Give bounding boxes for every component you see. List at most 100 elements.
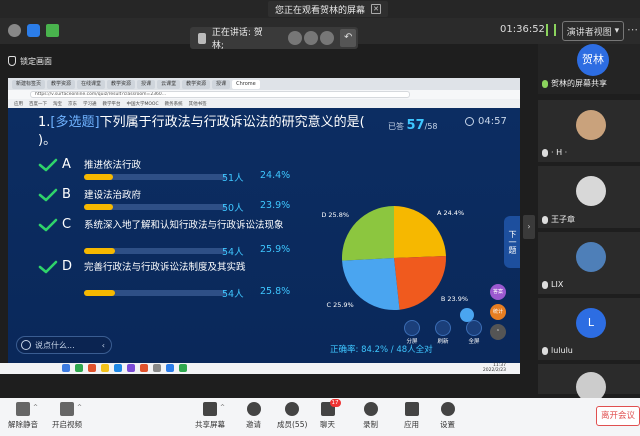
record-icon <box>363 402 378 416</box>
option-count: 54人 <box>222 247 244 258</box>
chevron-left-icon[interactable]: ‹ <box>102 341 105 350</box>
avatar <box>576 110 606 140</box>
option-letter: B <box>62 187 71 202</box>
mic-off-icon <box>542 346 548 355</box>
answered-number: 57 <box>406 118 425 133</box>
more-icon[interactable]: ⋯ <box>627 23 638 36</box>
browser-url-bar[interactable]: https://v.surfaceonline.com/quiz/result?… <box>30 91 410 98</box>
check-icon <box>38 260 58 274</box>
close-icon[interactable]: ✕ <box>371 4 381 14</box>
participant-tile[interactable]: Llululu <box>538 298 640 360</box>
option-progress-fill <box>84 174 114 180</box>
members-button[interactable]: 成员(55) <box>277 402 307 430</box>
network-quality-icon <box>546 24 556 36</box>
option-letter: C <box>62 217 72 232</box>
camera-off-icon: ^ <box>60 402 82 416</box>
option-progress-fill <box>84 204 113 210</box>
browser-tab[interactable]: 教学资源 <box>182 79 211 89</box>
browser-tab[interactable]: 新建标签页 <box>12 79 46 89</box>
participant-name-row: LIX <box>542 280 563 289</box>
share-notice-bar: 您正在观看贺林的屏幕 ✕ <box>0 0 640 18</box>
option-progress-fill <box>84 290 115 296</box>
mic-off-icon: ^ <box>16 402 38 416</box>
gear-icon <box>440 402 455 416</box>
record-label: 录制 <box>363 420 378 429</box>
undo-icon[interactable]: ↶ <box>340 29 356 47</box>
participant-tile-presenter[interactable]: 贺林贺林的屏幕共享 <box>538 44 640 94</box>
browser-tab[interactable]: 授课 <box>137 79 156 89</box>
slide-tool-button[interactable]: 全屏 <box>466 320 482 345</box>
record-button[interactable]: 录制 <box>363 402 378 430</box>
comment-icon <box>21 340 31 350</box>
browser-tab[interactable]: 云课堂 <box>157 79 181 89</box>
bookmark-item[interactable]: 其他书签 <box>189 101 207 107</box>
video-button[interactable]: ^ 开启视频 <box>52 402 82 430</box>
next-question-button[interactable]: 下一题 <box>504 216 520 268</box>
collapse-sidebar-handle[interactable]: › <box>523 215 535 239</box>
bookmark-item[interactable]: 淘宝 <box>53 101 62 107</box>
option-progress <box>84 248 226 254</box>
settings-button[interactable]: 设置 <box>440 402 455 430</box>
lock-screen-button[interactable]: 锁定画面 <box>8 53 52 69</box>
participant-name-row: lululu <box>542 346 573 355</box>
participant-tile-partial[interactable] <box>538 364 640 402</box>
windows-taskbar: 11:37 2022/2/23 <box>0 363 520 374</box>
clock-icon <box>465 117 474 126</box>
slide-tool-icon <box>435 320 451 336</box>
participant-name: 王子章 <box>551 215 575 224</box>
bookmark-item[interactable]: 百度一下 <box>29 101 47 107</box>
info-icon[interactable] <box>8 24 21 37</box>
bookmark-item[interactable]: 京东 <box>68 101 77 107</box>
invite-label: 邀请 <box>246 420 261 429</box>
bookmark-item[interactable]: 学习通 <box>83 101 97 107</box>
bookmark-item[interactable]: 应用 <box>14 101 23 107</box>
accuracy-text: 正确率: 84.2% / 48人全对 <box>330 345 433 355</box>
mute-button[interactable]: ^ 解除静音 <box>8 402 38 430</box>
collapse-button[interactable]: ⌃ <box>490 324 506 340</box>
option-text: 完善行政法与行政诉讼法制度及其实践 <box>84 262 246 273</box>
pin-icon <box>8 56 16 66</box>
comment-input[interactable]: 说点什么... ‹ <box>16 336 112 354</box>
participant-name-row: 贺林的屏幕共享 <box>542 78 607 89</box>
option-text: 建设法治政府 <box>84 190 142 201</box>
signal-icon[interactable] <box>46 24 59 37</box>
option-progress <box>84 174 226 180</box>
bookmark-item[interactable]: 教学平台 <box>103 101 121 107</box>
chat-button[interactable]: 17 聊天 <box>320 399 341 430</box>
avatar <box>576 176 606 206</box>
option-progress-fill <box>84 248 116 254</box>
bookmark-item[interactable]: 教务系统 <box>165 101 183 107</box>
avatar: L <box>576 308 606 338</box>
members-icon <box>285 402 300 416</box>
answer-button[interactable]: 答案 <box>490 284 506 300</box>
leave-meeting-button[interactable]: 离开会议 <box>596 406 640 426</box>
video-label: 开启视频 <box>52 420 82 429</box>
mic-icon <box>542 79 548 88</box>
speaker-avatars <box>288 31 335 45</box>
browser-tab[interactable]: 授课 <box>212 79 231 89</box>
apps-button[interactable]: 应用 <box>404 402 419 430</box>
browser-tab[interactable]: 教学资源 <box>107 79 136 89</box>
pointer-indicator[interactable] <box>460 308 474 322</box>
participant-tile[interactable]: LIX <box>538 232 640 294</box>
slide-tool-button[interactable]: 分屏 <box>404 320 420 345</box>
slide-tool-button[interactable]: 刷新 <box>435 320 451 345</box>
invite-button[interactable]: 邀请 <box>246 402 261 430</box>
participant-tile[interactable]: 王子章 <box>538 166 640 228</box>
participant-tile[interactable]: · H · <box>538 100 640 162</box>
stats-button[interactable]: 统计 <box>490 304 506 320</box>
view-mode-button[interactable]: 演讲者视图 ▾ <box>562 21 624 41</box>
option-count: 51人 <box>222 173 244 184</box>
browser-tab[interactable]: Chrome <box>232 79 260 89</box>
chat-badge: 17 <box>329 399 341 407</box>
lock-screen-label: 锁定画面 <box>20 56 52 66</box>
share-screen-button[interactable]: ^ 共享屏幕 <box>195 402 225 430</box>
shield-icon[interactable] <box>27 24 40 37</box>
pie-label: D 25.8% <box>321 211 350 220</box>
avatar: 贺林 <box>577 44 609 76</box>
browser-tab[interactable]: 教学资源 <box>47 79 76 89</box>
answered-count: 已答 57/58 <box>388 118 438 133</box>
browser-tab[interactable]: 在线课堂 <box>77 79 106 89</box>
bookmark-item[interactable]: 中国大学MOOC <box>127 101 159 107</box>
option-percent: 24.4% <box>260 170 291 181</box>
